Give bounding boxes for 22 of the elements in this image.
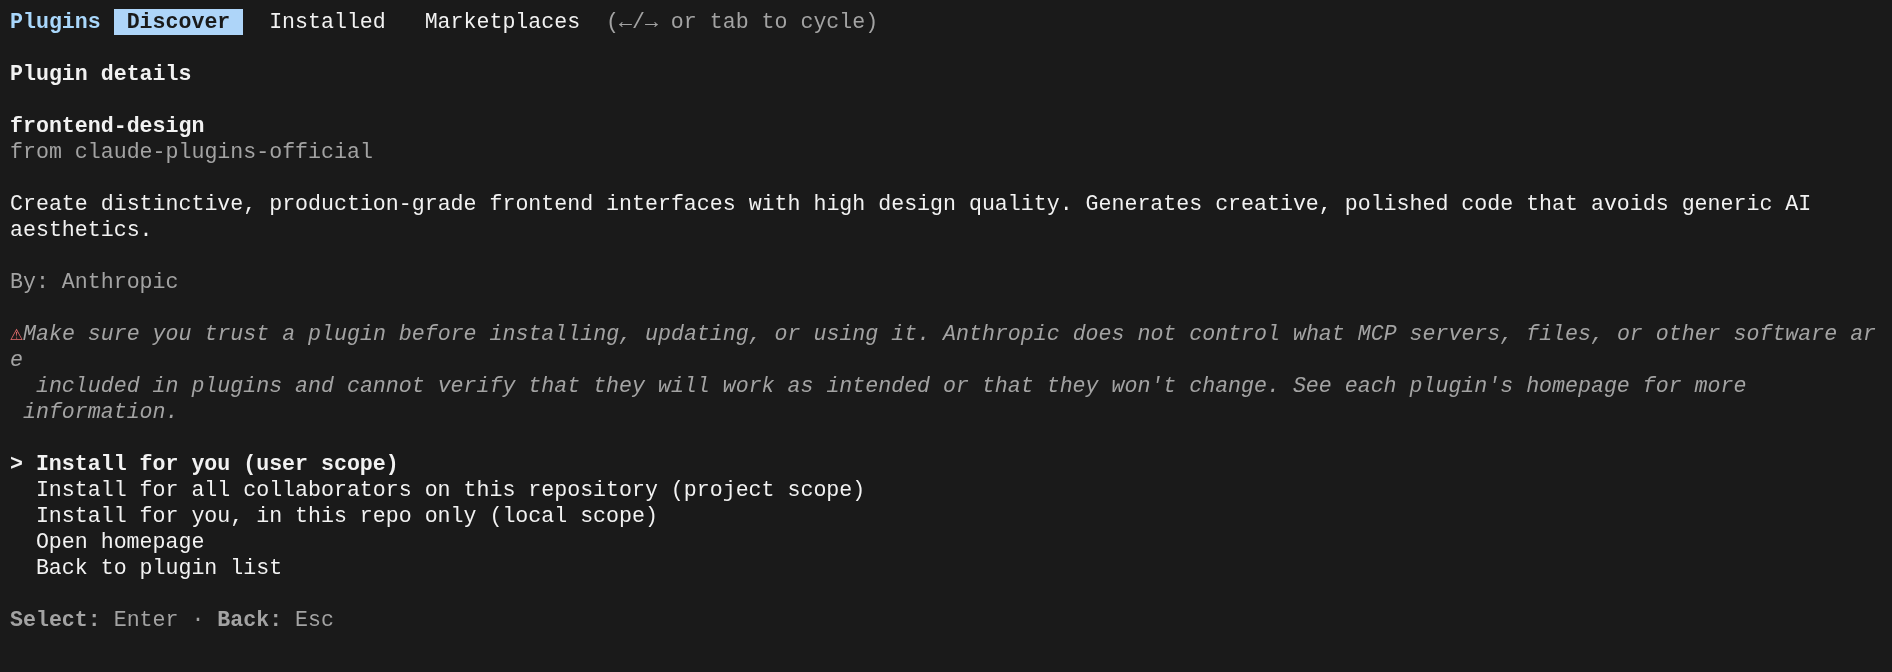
tab[interactable]: Marketplaces xyxy=(411,9,594,35)
menu-option[interactable]: Install for all collaborators on this repository (project scope) xyxy=(35,477,866,503)
warning-icon: ⚠ xyxy=(10,321,23,347)
warning-text: Make sure you trust a plugin before installing, updating, or using it. Anthropic does not control what MCP servers, files, or other software ar xyxy=(23,321,1877,347)
tab[interactable]: Discover xyxy=(113,9,244,35)
menu-option[interactable]: Back to plugin list xyxy=(35,555,283,581)
menu-option[interactable]: Install for you, in this repo only (local scope) xyxy=(35,503,658,529)
plugin-source: from claude-plugins-official xyxy=(10,139,373,165)
plugin-description: Create distinctive, production-grade frontend interfaces with high design quality. Generates creative, polished code that avoids generic AI aesthetics. xyxy=(10,191,1813,243)
section-heading: Plugin details xyxy=(10,61,192,87)
key-hints: Select: Enter · Back: Esc xyxy=(10,607,334,633)
hint-text: (←/→ or tab to cycle) xyxy=(606,9,879,35)
menu-option[interactable]: Open homepage xyxy=(35,529,205,555)
warning-text: information. xyxy=(21,399,179,425)
author-text: By: Anthropic xyxy=(10,269,179,295)
menu-option[interactable]: Install for you (user scope) xyxy=(35,451,399,477)
tab[interactable]: Installed xyxy=(256,9,399,35)
warning-text: e xyxy=(10,347,23,373)
plugin-name: frontend-design xyxy=(10,113,205,139)
app-title: Plugins xyxy=(10,9,101,35)
selection-pointer: > xyxy=(10,452,23,476)
warning-text: included in plugins and cannot verify that they will work as intended or that they won't change. See each plugin's homepage for more xyxy=(34,373,1747,399)
